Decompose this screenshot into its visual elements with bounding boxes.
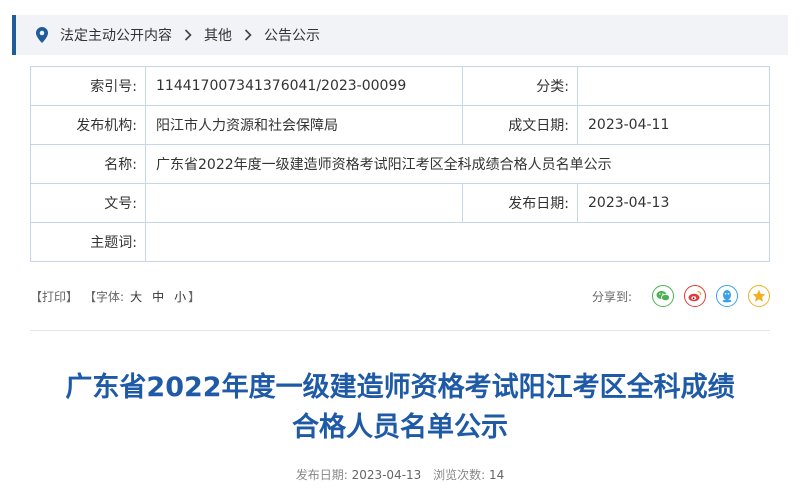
category-value <box>577 66 770 106</box>
wechat-share-icon[interactable] <box>652 285 674 307</box>
name-value: 广东省2022年度一级建造师资格考试阳江考区全科成绩合格人员名单公示 <box>145 144 770 184</box>
breadcrumb: 法定主动公开内容 其他 公告公示 <box>12 15 788 55</box>
index-label: 索引号: <box>30 66 146 106</box>
meta-views-label: 浏览次数: <box>433 468 486 482</box>
font-size-large-button[interactable]: 大 <box>130 288 142 305</box>
doc-number-value <box>145 183 463 223</box>
article-title: 广东省2022年度一级建造师资格考试阳江考区全科成绩 合格人员名单公示 <box>30 368 770 448</box>
meta-pubdate-value: 2023-04-13 <box>351 468 422 482</box>
table-row: 索引号: 114417007341376041/2023-00099 分类: <box>30 66 770 106</box>
table-row: 发布机构: 阳江市人力资源和社会保障局 成文日期: 2023-04-11 <box>30 105 770 145</box>
breadcrumb-item-public-content[interactable]: 法定主动公开内容 <box>60 25 172 45</box>
divider <box>30 330 770 331</box>
font-size-close: 】 <box>188 290 201 304</box>
created-date-label: 成文日期: <box>462 105 578 145</box>
created-date-value: 2023-04-11 <box>577 105 770 145</box>
font-size-label: 【字体: <box>84 290 125 304</box>
article-tools: 【打印】 【字体: 大 中 小 】 <box>30 288 200 305</box>
breadcrumb-item-announcements[interactable]: 公告公示 <box>264 25 320 45</box>
meta-views-value: 14 <box>489 468 505 482</box>
share-bar: 分享到: <box>592 285 770 307</box>
publish-date-value: 2023-04-13 <box>577 183 770 223</box>
font-size-small-button[interactable]: 小 <box>174 288 186 305</box>
index-value: 114417007341376041/2023-00099 <box>145 66 463 106</box>
name-label: 名称: <box>30 144 146 184</box>
chevron-right-icon <box>184 29 192 41</box>
print-link[interactable]: 【打印】 <box>30 288 78 305</box>
meta-pubdate-label: 发布日期: <box>295 468 348 482</box>
location-pin-icon <box>36 27 48 43</box>
doc-number-label: 文号: <box>30 183 146 223</box>
table-row: 名称: 广东省2022年度一级建造师资格考试阳江考区全科成绩合格人员名单公示 <box>30 144 770 184</box>
article-meta: 发布日期: 2023-04-13 浏览次数: 14 <box>0 466 800 483</box>
subject-value <box>145 222 770 262</box>
chevron-right-icon <box>244 29 252 41</box>
category-label: 分类: <box>462 66 578 106</box>
share-label: 分享到: <box>591 289 632 304</box>
publisher-value: 阳江市人力资源和社会保障局 <box>145 105 463 145</box>
subject-label: 主题词: <box>30 222 146 262</box>
table-row: 主题词: <box>30 222 770 262</box>
document-info-table: 索引号: 114417007341376041/2023-00099 分类: 发… <box>30 66 770 262</box>
article-title-line: 合格人员名单公示 <box>292 412 508 443</box>
qzone-share-icon[interactable] <box>748 285 770 307</box>
publisher-label: 发布机构: <box>30 105 146 145</box>
weibo-share-icon[interactable] <box>684 285 706 307</box>
table-row: 文号: 发布日期: 2023-04-13 <box>30 183 770 223</box>
qq-share-icon[interactable] <box>716 285 738 307</box>
breadcrumb-item-other[interactable]: 其他 <box>204 25 232 45</box>
publish-date-label: 发布日期: <box>462 183 578 223</box>
font-size-medium-button[interactable]: 中 <box>152 288 164 305</box>
article-title-line: 广东省2022年度一级建造师资格考试阳江考区全科成绩 <box>65 372 735 403</box>
